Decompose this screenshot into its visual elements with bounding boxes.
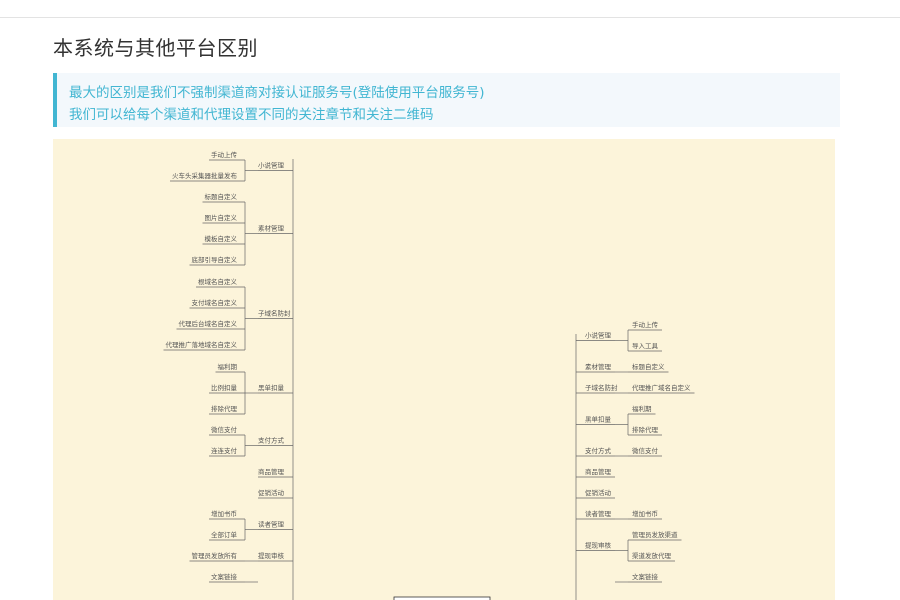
branch-label: 素材管理 (258, 224, 285, 233)
leaf-label: 渠道发放代理 (632, 551, 672, 560)
leaf-label: 排除代理 (632, 425, 659, 434)
leaf-label: 福利期 (218, 362, 238, 371)
leaf-label: 微信支付 (632, 446, 659, 455)
leaf-label: 导入工具 (632, 342, 659, 350)
leaf-label: 文案链接 (632, 572, 659, 581)
leaf-label: 图片自定义 (205, 213, 238, 222)
branch-label: 提现审核 (585, 541, 612, 550)
branch-label: 商品管理 (585, 467, 612, 476)
mindmap-diagram: 小说管理 手动上传 火车头采集器批量发布 素材管理 标题自定义 图片自定义 模板自定义 底部引… (53, 139, 835, 600)
branch-label: 黑单扣量 (585, 415, 612, 424)
leaf-label: 标题自定义 (632, 362, 665, 371)
branch-label: 素材管理 (585, 362, 612, 371)
note-line-1: 最大的区别是我们不强制渠道商对接认证服务号(登陆使用平台服务号) (69, 85, 485, 101)
leaf-label: 增加书币 (211, 509, 237, 518)
branch-label: 读者管理 (585, 509, 612, 518)
branch-label: 小说管理 (258, 161, 285, 170)
branch-label: 小说管理 (585, 331, 612, 340)
leaf-label: 底部引导自定义 (192, 255, 238, 264)
note-line-2: 我们可以给每个渠道和代理设置不同的关注章节和关注二维码 (69, 107, 434, 123)
leaf-label: 代理后台域名自定义 (179, 319, 238, 328)
branch-label: 商品管理 (258, 467, 285, 476)
note-box: 最大的区别是我们不强制渠道商对接认证服务号(登陆使用平台服务号) 我们可以给每个… (53, 73, 840, 127)
leaf-label: 火车头采集器批量发布 (172, 171, 238, 180)
page-title: 本系统与其他平台区别 (53, 36, 258, 60)
leaf-label: 增加书币 (632, 509, 658, 518)
mindmap-svg: 小说管理手动上传火车头采集器批量发布素材管理标题自定义图片自定义模板自定义底部引… (163, 150, 695, 600)
branch-label: 支付方式 (585, 446, 612, 455)
branch-label: 黑单扣量 (258, 383, 285, 392)
branch-label: 促销活动 (585, 488, 612, 497)
leaf-label: 管理员发放所有 (192, 551, 238, 560)
leaf-label: 标题自定义 (205, 192, 238, 201)
leaf-label: 代理推广落地域名自定义 (166, 340, 238, 349)
leaf-label: 微信支付 (211, 425, 238, 434)
leaf-label: 模板自定义 (205, 234, 238, 243)
top-divider (0, 17, 900, 18)
branch-label: 读者管理 (258, 520, 285, 529)
branch-label: 子域名防封 (258, 309, 291, 318)
leaf-label: 手动上传 (632, 320, 659, 329)
leaf-label: 福利期 (632, 404, 652, 413)
branch-label: 子域名防封 (585, 383, 618, 392)
branch-label: 提现审核 (258, 551, 285, 560)
leaf-label: 支付域名自定义 (192, 298, 238, 307)
branch-label: 支付方式 (258, 436, 285, 445)
leaf-label: 手动上传 (211, 150, 238, 159)
leaf-label: 排除代理 (211, 404, 238, 413)
leaf-label: 比例扣量 (211, 383, 238, 392)
leaf-label: 代理推广域名自定义 (632, 383, 691, 392)
leaf-label: 管理员发放渠道 (632, 530, 678, 539)
branch-label: 促销活动 (258, 488, 285, 497)
leaf-label: 根域名自定义 (198, 277, 238, 286)
leaf-label: 连连支付 (211, 446, 238, 455)
leaf-label: 文案链接 (211, 572, 238, 581)
leaf-label: 全部订单 (211, 530, 238, 539)
